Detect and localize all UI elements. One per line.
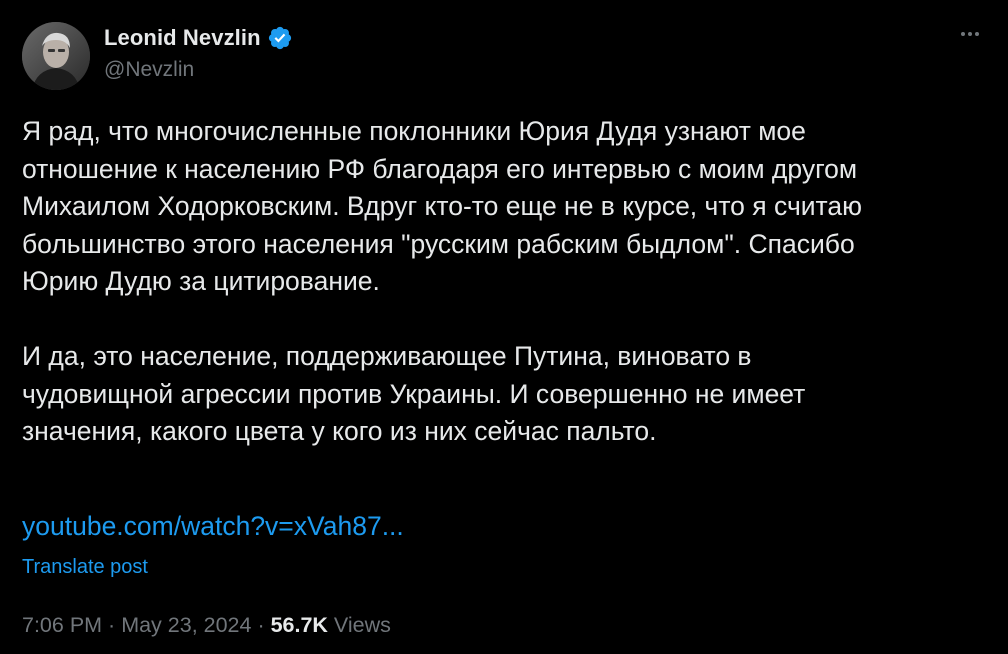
tweet: Leonid Nevzlin @Nevzlin Я рад, что много… bbox=[0, 0, 1008, 654]
verified-badge-icon[interactable] bbox=[267, 25, 293, 51]
more-options-icon[interactable] bbox=[956, 24, 984, 44]
tweet-line: Я рад, что многочисленные поклонники Юри… bbox=[22, 116, 806, 146]
tweet-time[interactable]: 7:06 PM bbox=[22, 613, 102, 637]
views-count[interactable]: 56.7K bbox=[271, 613, 328, 637]
tweet-line: чудовищной агрессии против Украины. И со… bbox=[22, 378, 806, 409]
author-name-row[interactable]: Leonid Nevzlin bbox=[104, 24, 293, 52]
tweet-line: И да, это население, поддерживающее Пути… bbox=[22, 341, 752, 371]
meta-separator: · bbox=[102, 613, 122, 637]
tweet-date[interactable]: May 23, 2024 bbox=[121, 613, 251, 637]
meta-separator: · bbox=[251, 613, 271, 637]
translate-post-link[interactable]: Translate post bbox=[22, 556, 148, 579]
tweet-paragraph-1: Я рад, что многочисленные поклонники Юри… bbox=[22, 113, 988, 301]
author-display-name[interactable]: Leonid Nevzlin bbox=[104, 25, 261, 51]
tweet-line: отношение к населению РФ благодаря его и… bbox=[22, 153, 858, 184]
author-handle[interactable]: @Nevzlin bbox=[104, 58, 194, 82]
tweet-line: Михаилом Ходорковским. Вдруг кто-то еще … bbox=[22, 191, 863, 221]
tweet-meta: 7:06 PM · May 23, 2024 · 56.7K Views bbox=[22, 613, 391, 638]
avatar[interactable] bbox=[22, 22, 90, 90]
tweet-link[interactable]: youtube.com/watch?v=xVah87... bbox=[22, 511, 404, 542]
tweet-text: Я рад, что многочисленные поклонники Юри… bbox=[22, 113, 988, 451]
tweet-line: большинство этого населения "русским раб… bbox=[22, 228, 855, 259]
tweet-line: значения, какого цвета у кого из них сей… bbox=[22, 416, 657, 446]
views-label: Views bbox=[327, 613, 391, 637]
tweet-line: Юрию Дудю за цитирование. bbox=[22, 266, 380, 296]
tweet-paragraph-2: И да, это население, поддерживающее Пути… bbox=[22, 338, 988, 451]
